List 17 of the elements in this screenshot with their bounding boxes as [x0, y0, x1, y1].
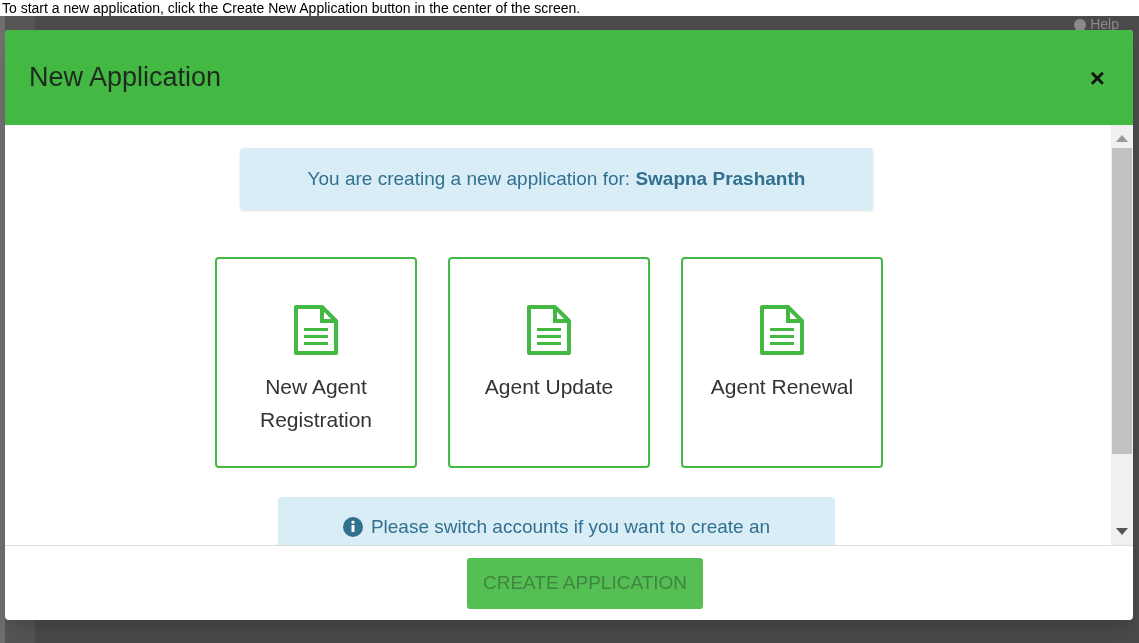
modal-title: New Application	[29, 61, 222, 95]
application-type-card[interactable]: Agent Update	[448, 257, 650, 468]
info-banner: Please switch accounts if you want to create an	[278, 497, 835, 545]
application-type-card[interactable]: Agent Renewal	[681, 257, 883, 468]
application-type-card[interactable]: New Agent Registration	[215, 257, 417, 468]
scroll-thumb[interactable]	[1112, 148, 1132, 454]
document-icon	[293, 304, 339, 356]
notice-banner: You are creating a new application for: Swapna Prashanth	[240, 148, 873, 210]
close-button[interactable]: ×	[1089, 64, 1105, 91]
document-icon	[526, 304, 572, 356]
scroll-down-icon[interactable]	[1116, 528, 1128, 535]
scrollbar[interactable]	[1111, 125, 1133, 545]
info-icon	[342, 517, 363, 537]
help-icon[interactable]	[1074, 18, 1087, 31]
document-icon	[759, 304, 805, 356]
scroll-up-icon[interactable]	[1116, 135, 1128, 142]
instruction-text: To start a new application, click the Create New Application button in the center of the screen.	[1, 0, 581, 16]
